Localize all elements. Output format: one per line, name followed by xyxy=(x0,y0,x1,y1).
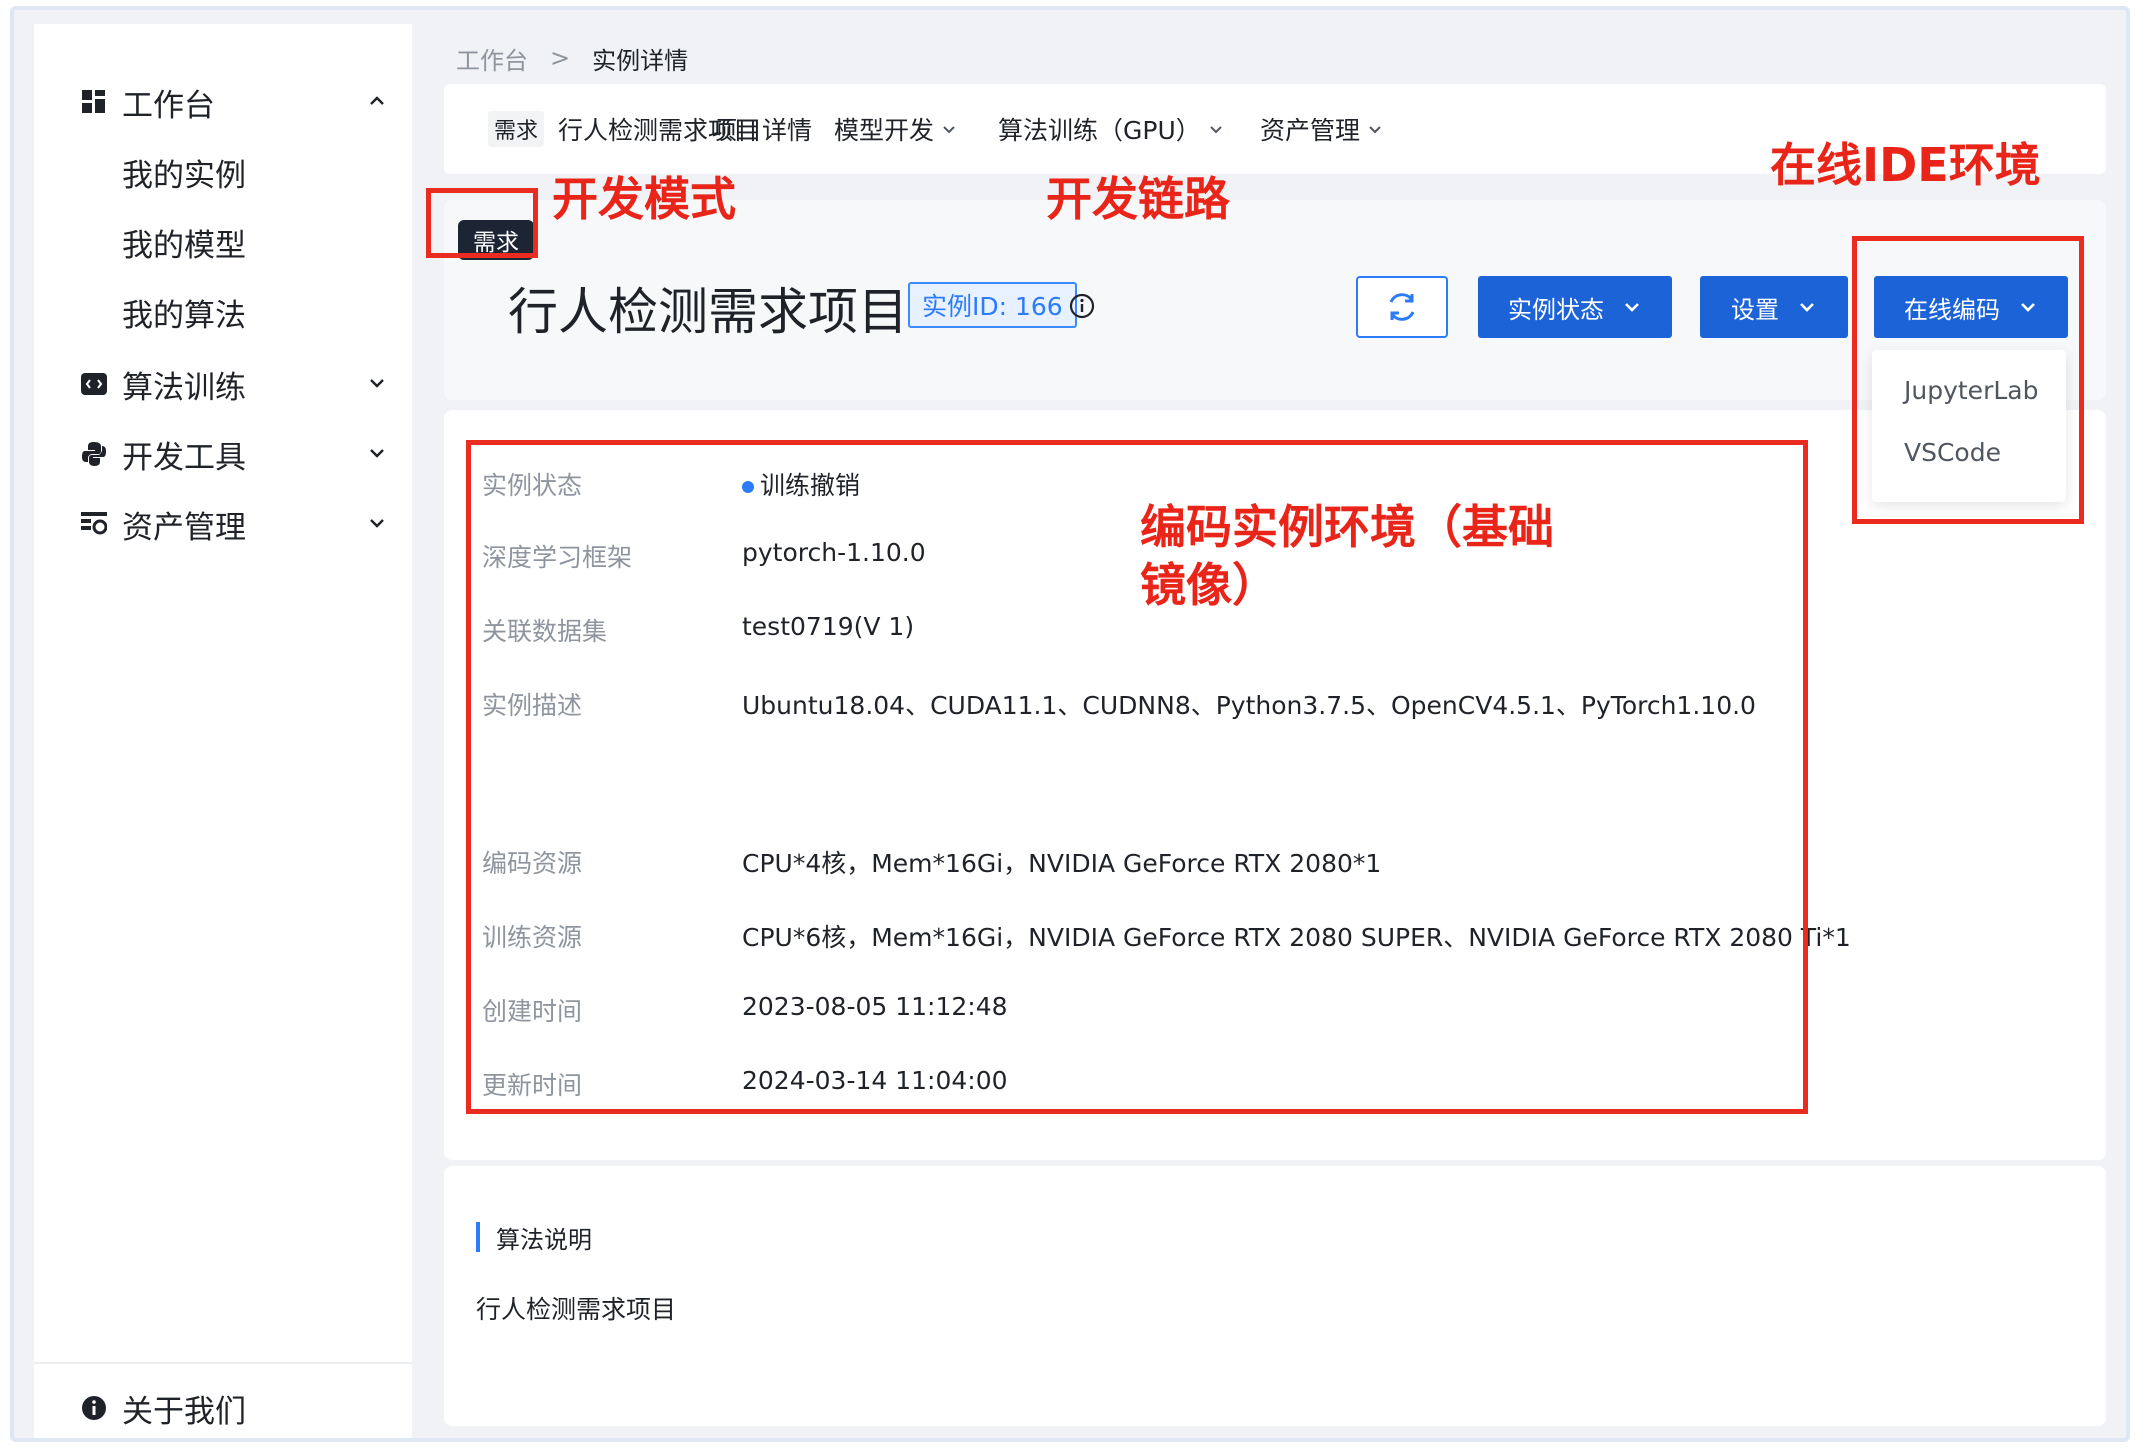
algorithm-description-card: 算法说明 行人检测需求项目 xyxy=(444,1166,2106,1426)
sidebar-item-my-instances[interactable]: 我的实例 xyxy=(34,142,412,202)
page-title: 行人检测需求项目 xyxy=(508,283,908,341)
tab-label: 项目详情 xyxy=(712,116,813,145)
project-tag: 需求 xyxy=(488,111,545,147)
button-label: 实例状态 xyxy=(1508,295,1604,324)
dashboard-icon xyxy=(80,88,108,116)
info-icon[interactable] xyxy=(1068,292,1096,320)
tab-asset-management[interactable]: 资产管理 xyxy=(1260,84,1384,174)
sidebar-item-label: 工作台 xyxy=(122,87,215,124)
sidebar-item-asset-management[interactable]: 资产管理 xyxy=(34,494,412,554)
sidebar: 工作台 我的实例 我的模型 我的算法 算法训练 开发工具 资产管理 关于我们 xyxy=(34,24,412,1438)
breadcrumb: 工作台 > 实例详情 xyxy=(456,38,688,78)
annotation-coding-env-line1: 编码实例环境（基础 xyxy=(1140,500,1554,554)
tab-algorithm-training[interactable]: 算法训练（GPU） xyxy=(998,84,1225,174)
sidebar-item-my-models[interactable]: 我的模型 xyxy=(34,212,412,272)
breadcrumb-current: 实例详情 xyxy=(592,46,689,75)
python-icon xyxy=(80,440,108,468)
sidebar-item-algorithm-training[interactable]: 算法训练 xyxy=(34,354,412,414)
info-filled-icon xyxy=(80,1394,108,1422)
instance-status-button[interactable]: 实例状态 xyxy=(1478,276,1672,338)
breadcrumb-home[interactable]: 工作台 xyxy=(456,41,528,76)
chevron-down-icon xyxy=(943,126,955,134)
sidebar-item-label: 资产管理 xyxy=(122,509,246,546)
sidebar-item-label: 我的算法 xyxy=(122,297,246,334)
chevron-down-icon xyxy=(1210,126,1222,134)
sidebar-item-label: 我的模型 xyxy=(122,227,246,264)
chevron-down-icon xyxy=(1625,303,1639,312)
asset-icon xyxy=(80,510,108,538)
about-us-link[interactable]: 关于我们 xyxy=(34,1378,412,1438)
sidebar-footer: 关于我们 xyxy=(34,1362,412,1438)
chevron-down-icon xyxy=(370,379,384,388)
chevron-up-icon xyxy=(370,96,384,105)
refresh-button[interactable] xyxy=(1356,276,1448,338)
annotation-coding-env-line2: 镜像） xyxy=(1140,558,1278,612)
button-label: 设置 xyxy=(1731,295,1779,324)
annotation-box-coding-env xyxy=(466,440,1808,1114)
algorithm-description: 行人检测需求项目 xyxy=(476,1295,677,1324)
tab-model-development[interactable]: 模型开发 xyxy=(834,84,958,174)
sidebar-item-label: 我的实例 xyxy=(122,157,246,194)
sidebar-item-label: 开发工具 xyxy=(122,439,246,476)
tab-label: 算法训练（GPU） xyxy=(998,116,1201,145)
settings-button[interactable]: 设置 xyxy=(1700,276,1848,338)
chevron-down-icon xyxy=(1369,126,1381,134)
tab-project-details[interactable]: 项目详情 xyxy=(712,84,812,174)
annotation-dev-chain: 开发链路 xyxy=(1046,172,1230,226)
chevron-down-icon xyxy=(1800,303,1814,312)
sidebar-item-workbench[interactable]: 工作台 xyxy=(34,72,412,132)
tab-label: 模型开发 xyxy=(834,116,935,145)
breadcrumb-separator: > xyxy=(550,44,571,72)
tab-label: 资产管理 xyxy=(1260,116,1361,145)
annotation-online-ide: 在线IDE环境 xyxy=(1770,138,2041,192)
about-us-label: 关于我们 xyxy=(122,1393,246,1430)
chevron-down-icon xyxy=(370,519,384,528)
code-icon xyxy=(80,370,108,398)
sidebar-item-my-algorithms[interactable]: 我的算法 xyxy=(34,282,412,342)
annotation-box-online-ide xyxy=(1852,236,2084,524)
instance-id-badge: 实例ID: 166 xyxy=(908,282,1077,328)
annotation-dev-mode: 开发模式 xyxy=(552,172,736,226)
section-title: 算法说明 xyxy=(476,1222,592,1254)
annotation-box-dev-mode xyxy=(426,188,538,258)
sidebar-item-dev-tools[interactable]: 开发工具 xyxy=(34,424,412,484)
chevron-down-icon xyxy=(370,449,384,458)
refresh-icon xyxy=(1389,293,1415,321)
sidebar-item-label: 算法训练 xyxy=(122,369,246,406)
